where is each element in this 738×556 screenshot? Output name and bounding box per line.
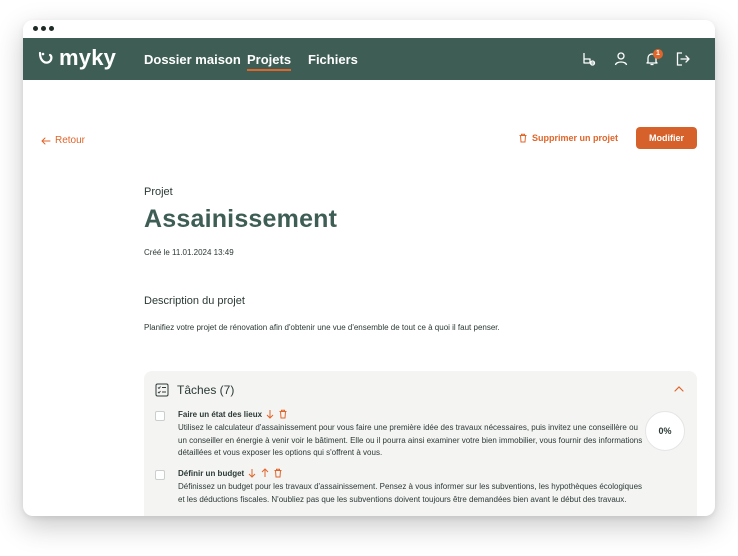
task-description: Définissez un budget pour les travaux d'… xyxy=(178,482,643,504)
logo-mark-icon xyxy=(38,51,53,64)
logout-icon[interactable] xyxy=(675,51,691,67)
created-timestamp: Créé le 11.01.2024 13:49 xyxy=(144,248,234,257)
notification-badge: 1 xyxy=(653,49,663,59)
window-close-dot[interactable] xyxy=(33,26,38,31)
window-zoom-dot[interactable] xyxy=(49,26,54,31)
delete-project-button[interactable]: Supprimer un projet xyxy=(518,133,618,143)
task-checkbox[interactable] xyxy=(155,411,165,421)
notifications-button[interactable]: 1 xyxy=(644,49,663,67)
checklist-icon xyxy=(155,383,169,397)
back-link[interactable]: Retour xyxy=(41,135,85,146)
modify-button[interactable]: Modifier xyxy=(636,127,697,149)
arrow-up-icon[interactable] xyxy=(260,468,270,478)
nav-projets[interactable]: Projets xyxy=(247,52,292,71)
task-checkbox[interactable] xyxy=(155,470,165,480)
brand-logo[interactable]: myky xyxy=(37,46,116,70)
project-kicker: Projet xyxy=(144,186,173,198)
arrow-left-icon xyxy=(41,137,51,144)
top-navbar: myky Dossier maison Projets Fichiers 1 xyxy=(23,38,715,80)
tasks-heading: Tâches (7) xyxy=(177,383,235,397)
trash-icon[interactable] xyxy=(273,468,283,478)
arrow-down-icon[interactable] xyxy=(247,468,257,478)
page-title: Assainissement xyxy=(144,205,338,233)
tasks-panel: Tâches (7) Faire un état des lieux Utili… xyxy=(144,371,697,516)
task-name: Définir un budget xyxy=(178,468,245,478)
window-titlebar xyxy=(23,20,715,38)
arrow-down-icon[interactable] xyxy=(265,409,275,419)
brand-name: myky xyxy=(59,45,117,70)
nav-fichiers[interactable]: Fichiers xyxy=(308,52,358,67)
tasks-panel-header[interactable]: Tâches (7) xyxy=(155,383,234,397)
progress-circle: 0% xyxy=(645,411,685,451)
task-description: Utilisez le calculateur d'assainissement… xyxy=(178,423,643,457)
task-name: Faire un état des lieux xyxy=(178,409,263,419)
user-icon[interactable] xyxy=(613,51,629,67)
back-label: Retour xyxy=(55,135,86,146)
window-minimize-dot[interactable] xyxy=(41,26,46,31)
sofa-icon[interactable] xyxy=(581,51,597,67)
trash-icon[interactable] xyxy=(278,409,288,419)
description-heading: Description du projet xyxy=(144,295,245,307)
description-text: Planifiez votre projet de rénovation afi… xyxy=(144,323,500,332)
app-window: myky Dossier maison Projets Fichiers 1 R… xyxy=(23,20,715,516)
chevron-up-icon[interactable] xyxy=(673,383,685,395)
trash-icon xyxy=(519,133,527,143)
nav-dossier-maison[interactable]: Dossier maison xyxy=(144,52,241,67)
delete-label: Supprimer un projet xyxy=(532,133,619,143)
